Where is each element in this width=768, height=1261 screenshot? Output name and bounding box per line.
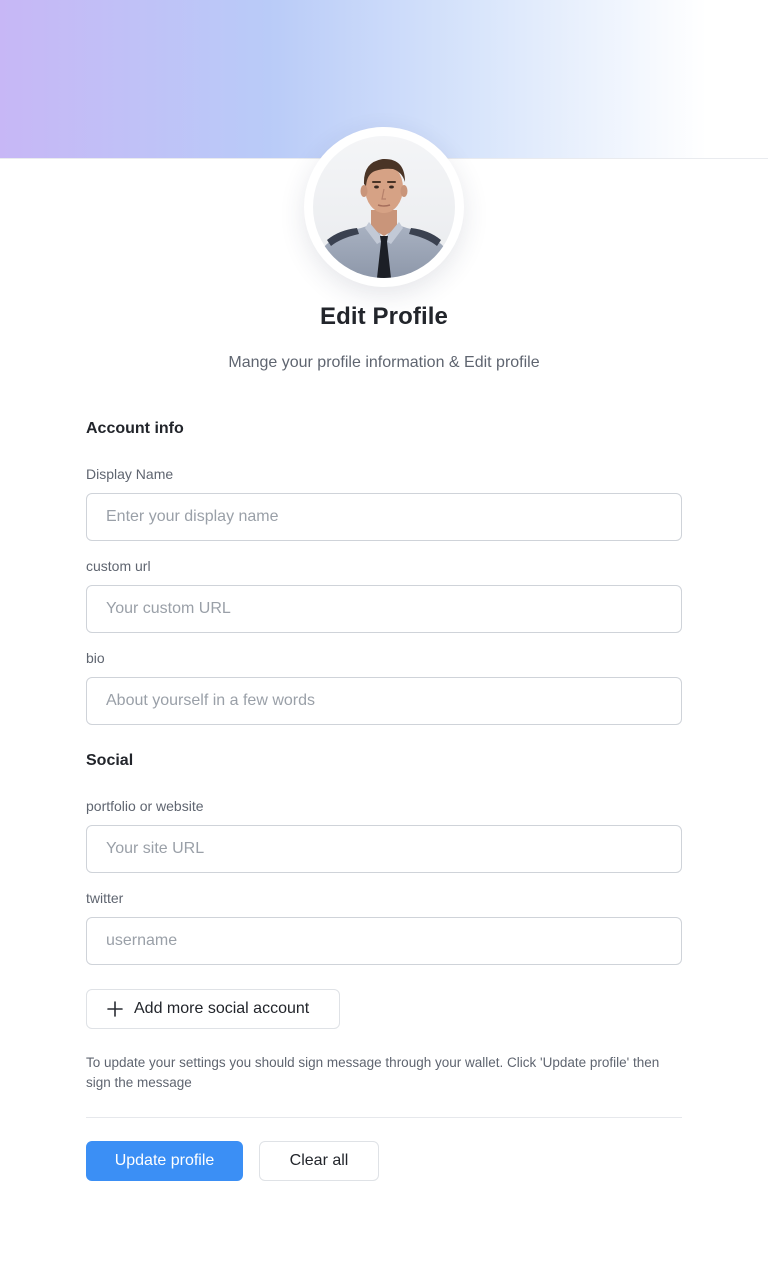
twitter-label: twitter bbox=[86, 890, 124, 906]
twitter-input[interactable] bbox=[87, 918, 681, 964]
account-info-heading: Account info bbox=[86, 420, 184, 437]
website-label: portfolio or website bbox=[86, 798, 204, 814]
page-subtitle: Mange your profile information & Edit pr… bbox=[228, 354, 540, 371]
bio-field bbox=[86, 677, 682, 725]
bio-label: bio bbox=[86, 650, 105, 666]
divider bbox=[86, 1117, 682, 1118]
display-name-field bbox=[86, 493, 682, 541]
page-title: Edit Profile bbox=[320, 303, 448, 330]
custom-url-label: custom url bbox=[86, 558, 151, 574]
website-field bbox=[86, 825, 682, 873]
custom-url-field bbox=[86, 585, 682, 633]
update-profile-button[interactable]: Update profile bbox=[86, 1141, 243, 1181]
social-heading: Social bbox=[86, 752, 134, 769]
add-social-account-label: Add more social account bbox=[134, 1000, 310, 1017]
add-social-account-button[interactable]: Add more social account bbox=[86, 989, 340, 1029]
bio-input[interactable] bbox=[87, 678, 681, 724]
avatar[interactable] bbox=[304, 127, 464, 287]
display-name-input[interactable] bbox=[87, 494, 681, 540]
clear-all-button[interactable]: Clear all bbox=[259, 1141, 379, 1181]
display-name-label: Display Name bbox=[86, 466, 174, 482]
avatar-image bbox=[313, 136, 455, 278]
wallet-sign-note: To update your settings you should sign … bbox=[86, 1055, 660, 1090]
twitter-field bbox=[86, 917, 682, 965]
custom-url-input[interactable] bbox=[87, 586, 681, 632]
plus-icon bbox=[107, 1001, 123, 1017]
website-input[interactable] bbox=[87, 826, 681, 872]
